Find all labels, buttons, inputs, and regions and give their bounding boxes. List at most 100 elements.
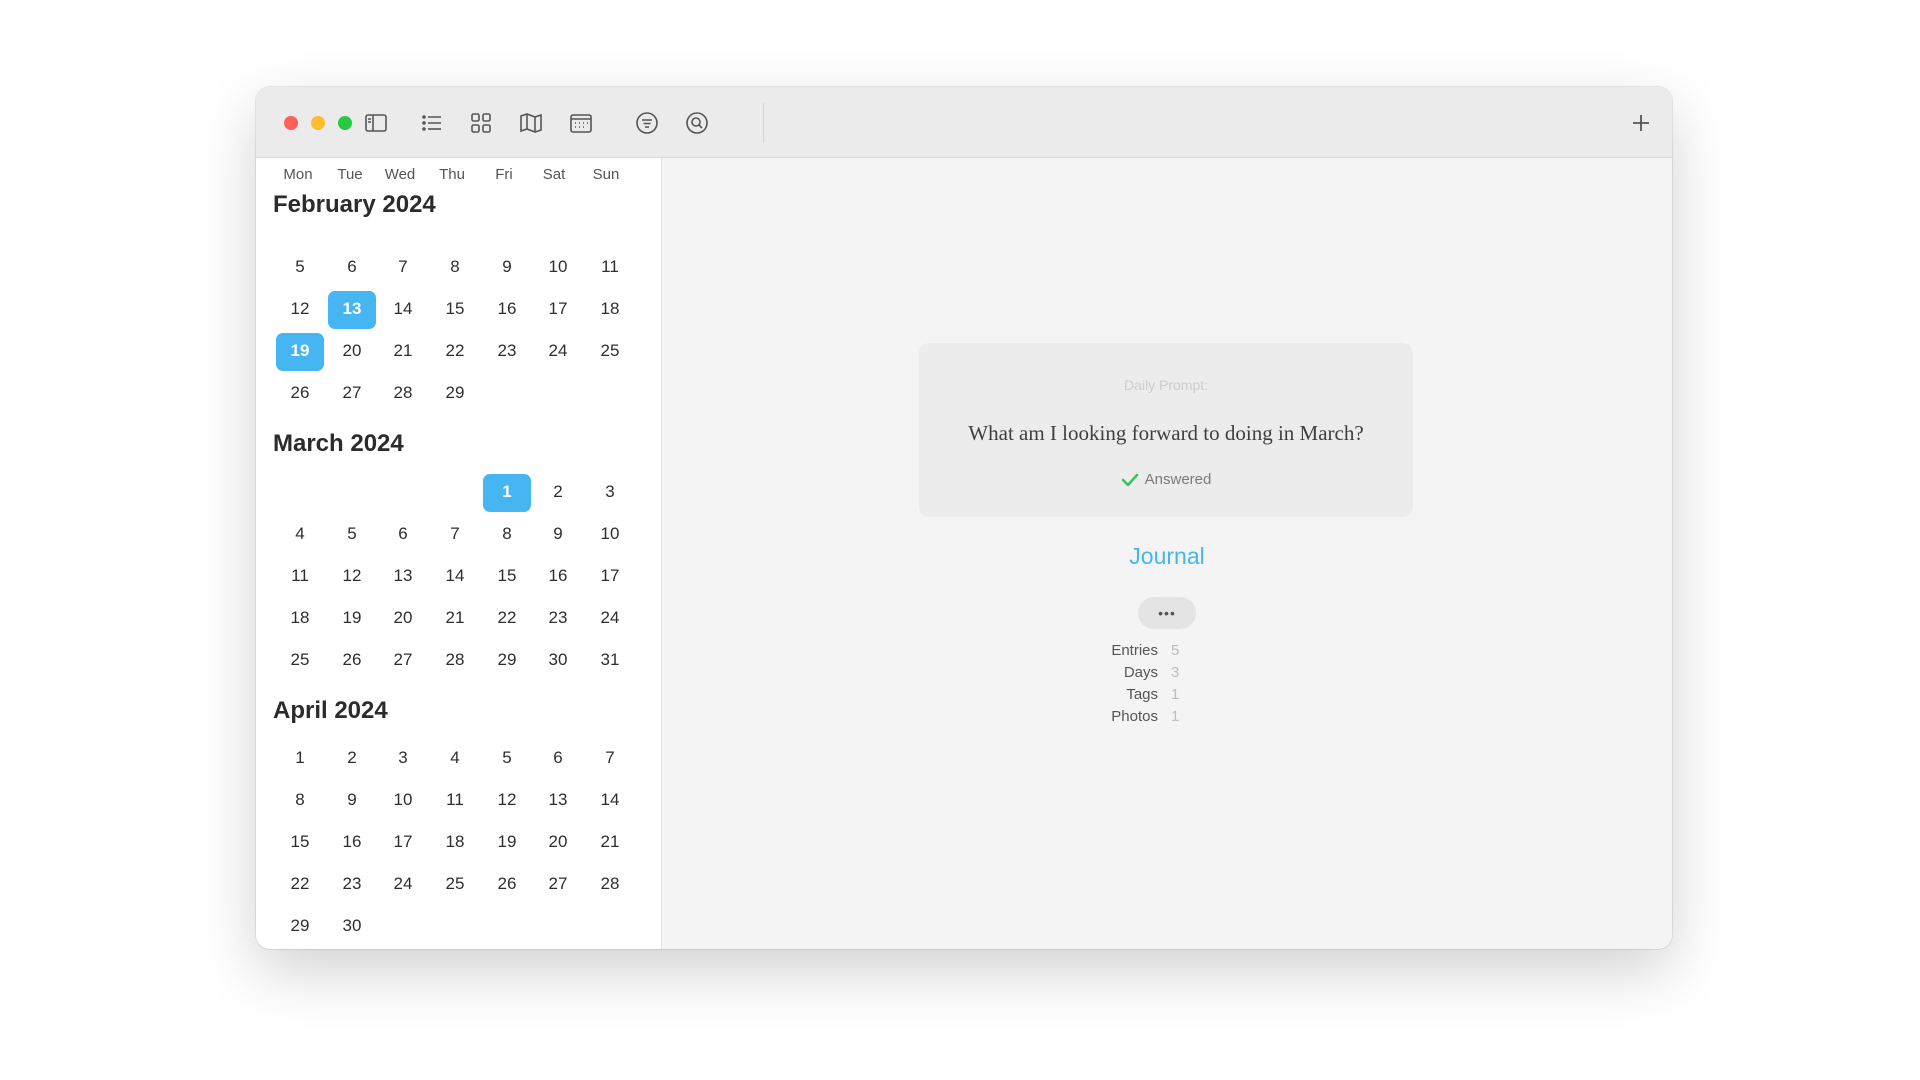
calendar-day[interactable]: 19 [483,824,531,860]
calendar-day[interactable]: 8 [276,782,324,818]
search-icon[interactable] [683,109,711,137]
calendar-day[interactable]: 6 [328,249,376,285]
grid-view-icon[interactable] [467,109,495,137]
calendar-day[interactable]: 31 [586,642,634,678]
calendar-day[interactable]: 6 [379,516,427,552]
calendar-day[interactable]: 20 [379,600,427,636]
calendar-day[interactable]: 23 [534,600,582,636]
calendar-day[interactable]: 18 [431,824,479,860]
calendar-day[interactable]: 15 [276,824,324,860]
calendar-day[interactable]: 30 [534,642,582,678]
calendar-day[interactable]: 4 [276,516,324,552]
calendar-day[interactable]: 12 [328,558,376,594]
calendar-day[interactable]: 10 [586,516,634,552]
calendar-day[interactable]: 12 [276,291,324,327]
calendar-day[interactable]: 14 [431,558,479,594]
sidebar-toggle-icon[interactable] [362,109,390,137]
add-icon[interactable] [1627,109,1655,137]
calendar-day[interactable]: 30 [328,908,376,944]
calendar-day[interactable]: 15 [483,558,531,594]
calendar-day[interactable]: 11 [276,558,324,594]
calendar-day[interactable]: 16 [534,558,582,594]
calendar-day[interactable]: 19 [276,333,324,371]
calendar-day[interactable]: 1 [483,474,531,512]
calendar-day[interactable]: 15 [431,291,479,327]
map-view-icon[interactable] [517,109,545,137]
calendar-day[interactable]: 18 [586,291,634,327]
calendar-day[interactable]: 26 [483,866,531,902]
calendar-day[interactable]: 23 [483,333,531,369]
calendar-day[interactable]: 16 [483,291,531,327]
calendar-day[interactable]: 21 [586,824,634,860]
calendar-day[interactable]: 14 [586,782,634,818]
list-view-icon[interactable] [418,109,446,137]
calendar-day[interactable]: 1 [276,740,324,776]
calendar-day[interactable]: 29 [483,642,531,678]
calendar-day[interactable]: 10 [379,782,427,818]
calendar-day[interactable]: 18 [276,600,324,636]
calendar-day[interactable]: 28 [431,642,479,678]
calendar-day[interactable]: 13 [328,291,376,329]
calendar-day[interactable]: 29 [276,908,324,944]
calendar-day[interactable]: 22 [483,600,531,636]
calendar-day[interactable]: 7 [431,516,479,552]
calendar-day[interactable]: 7 [586,740,634,776]
journal-title[interactable]: Journal [662,543,1672,570]
calendar-day[interactable]: 9 [483,249,531,285]
calendar-day[interactable]: 11 [431,782,479,818]
calendar-day[interactable]: 22 [276,866,324,902]
calendar-day[interactable]: 17 [534,291,582,327]
daily-prompt-card[interactable]: Daily Prompt: What am I looking forward … [919,343,1413,517]
minimize-window-button[interactable] [311,116,325,130]
calendar-day[interactable]: 8 [431,249,479,285]
calendar-day[interactable]: 13 [534,782,582,818]
calendar-day[interactable]: 19 [328,600,376,636]
calendar-day[interactable]: 24 [534,333,582,369]
calendar-day[interactable]: 5 [276,249,324,285]
calendar-day[interactable]: 2 [328,740,376,776]
calendar-day[interactable]: 6 [534,740,582,776]
calendar-day[interactable]: 5 [328,516,376,552]
calendar-day[interactable]: 27 [534,866,582,902]
more-options-button[interactable]: ••• [1138,597,1196,629]
calendar-day[interactable]: 17 [379,824,427,860]
calendar-day[interactable]: 13 [379,558,427,594]
calendar-day[interactable]: 17 [586,558,634,594]
calendar-day[interactable]: 23 [328,866,376,902]
calendar-day[interactable]: 25 [276,642,324,678]
calendar-day[interactable]: 25 [431,866,479,902]
calendar-day[interactable]: 28 [379,375,427,411]
calendar-day[interactable]: 9 [534,516,582,552]
calendar-day[interactable]: 10 [534,249,582,285]
calendar-day[interactable]: 2 [534,474,582,510]
calendar-day[interactable]: 24 [379,866,427,902]
maximize-window-button[interactable] [338,116,352,130]
calendar-day[interactable]: 20 [534,824,582,860]
calendar-day[interactable]: 28 [586,866,634,902]
calendar-day[interactable]: 29 [431,375,479,411]
calendar-view-icon[interactable] [567,109,595,137]
calendar-day[interactable]: 3 [379,740,427,776]
calendar-day[interactable]: 14 [379,291,427,327]
calendar-day[interactable]: 4 [431,740,479,776]
calendar-day[interactable]: 25 [586,333,634,369]
calendar-day[interactable]: 5 [483,740,531,776]
calendar-day[interactable]: 12 [483,782,531,818]
calendar-day[interactable]: 21 [431,600,479,636]
calendar-day[interactable]: 27 [328,375,376,411]
calendar-day[interactable]: 21 [379,333,427,369]
calendar-day[interactable]: 26 [328,642,376,678]
calendar-day[interactable]: 11 [586,249,634,285]
calendar-day[interactable]: 20 [328,333,376,369]
calendar-day[interactable]: 22 [431,333,479,369]
calendar-day[interactable]: 27 [379,642,427,678]
calendar-day[interactable]: 3 [586,474,634,510]
calendar-day[interactable]: 24 [586,600,634,636]
close-window-button[interactable] [284,116,298,130]
calendar-day[interactable]: 7 [379,249,427,285]
calendar-day[interactable]: 26 [276,375,324,411]
calendar-day[interactable]: 8 [483,516,531,552]
calendar-day[interactable]: 16 [328,824,376,860]
calendar-day[interactable]: 9 [328,782,376,818]
filter-icon[interactable] [633,109,661,137]
